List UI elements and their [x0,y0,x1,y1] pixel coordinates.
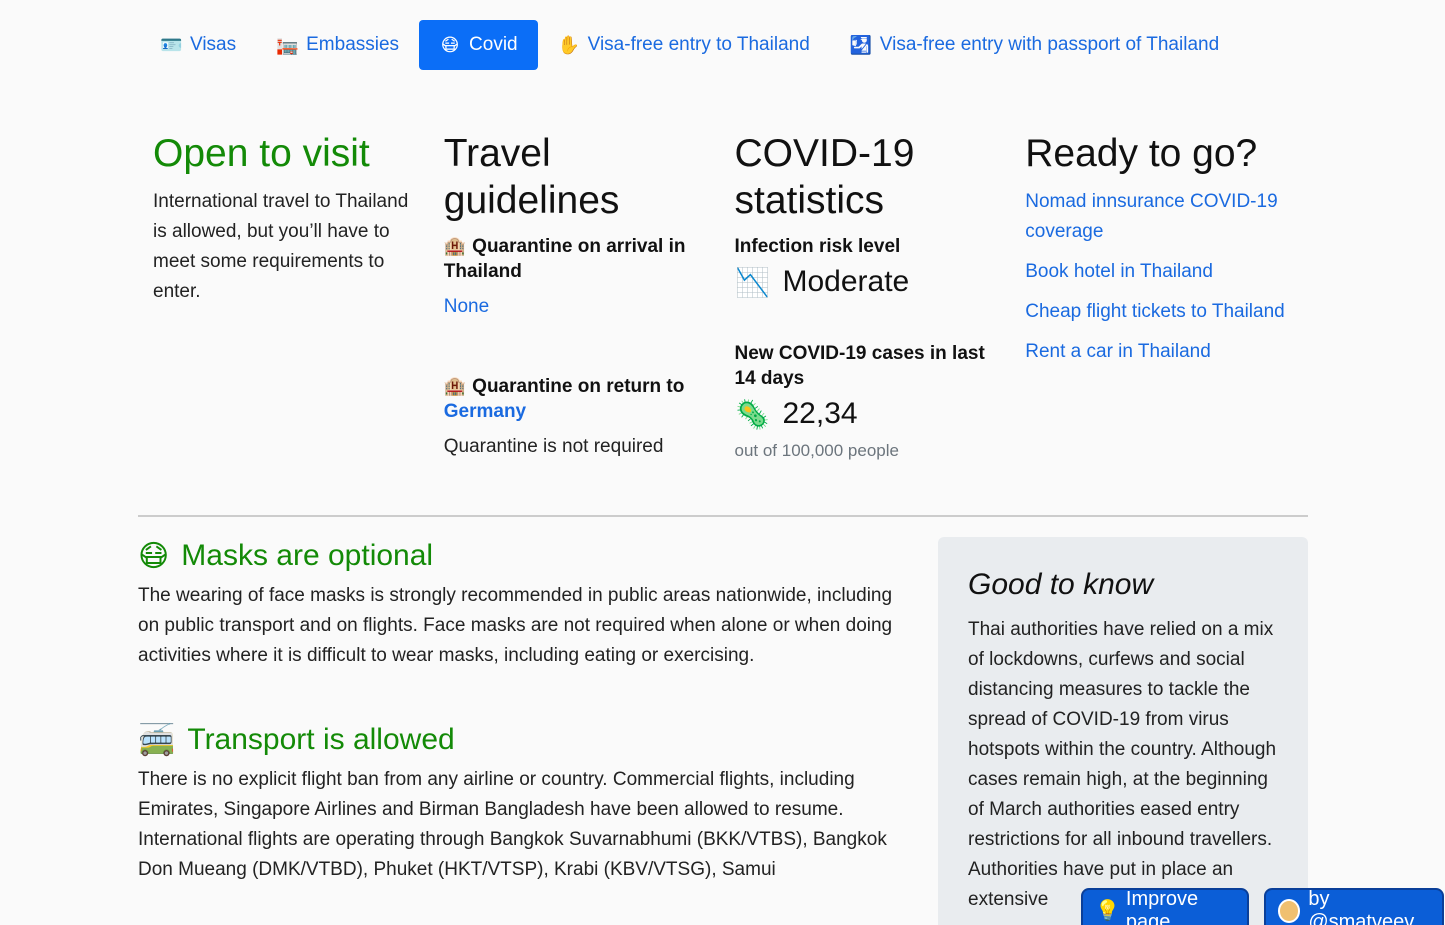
ready-link-hotel[interactable]: Book hotel in Thailand [1025,257,1293,287]
nav-visa-free-passport[interactable]: 🛂 Visa-free entry with passport of Thail… [830,20,1239,70]
nav-visa-free-entry-label: Visa-free entry to Thailand [587,34,810,55]
chart-decreasing-icon: 📉 [735,266,770,298]
nav-visa-free-passport-label: Visa-free entry with passport of Thailan… [879,34,1220,55]
good-to-know-text: Thai authorities have relied on a mix of… [968,619,1277,910]
open-to-visit-text: International travel to Thailand is allo… [153,191,409,302]
improve-page-label: Improve page [1125,887,1199,925]
good-to-know-title: Good to know [968,568,1154,601]
author-button[interactable]: by @smatveev [1264,888,1444,925]
ready-link-insurance[interactable]: Nomad innsurance COVID-19 coverage [1025,187,1293,247]
travel-guidelines-column: Travel guidelines 🏨 Quarantine on arrival… [444,130,735,462]
quarantine-return-value: Quarantine is not required [443,436,664,457]
author-label: by @smatveev [1308,887,1415,925]
nav-visas[interactable]: 🪪 Visas [140,20,256,70]
post-office-icon: 🏣 [276,34,299,55]
hotel-icon: 🏨 [443,236,467,256]
covid-statistics-title: COVID-19 statistics [734,132,915,222]
transport-section: 🚎 Transport is allowed There is no expli… [138,719,908,885]
nav-visa-free-entry[interactable]: ✋ Visa-free entry to Thailand [538,20,830,70]
section-divider [138,515,1308,517]
quarantine-arrival-label: 🏨 Quarantine on arrival in Thailand [443,236,686,282]
ready-link-flights[interactable]: Cheap flight tickets to Thailand [1025,297,1293,327]
open-to-visit-column: Open to visit International travel to Th… [153,130,444,462]
transport-text: There is no explicit flight ban from any… [138,769,887,880]
transport-title: 🚎 Transport is allowed [138,723,455,757]
new-cases-label: New COVID-19 cases in last 14 days [734,343,985,389]
nav-covid[interactable]: 😷 Covid [419,20,538,70]
nav-covid-label: Covid [469,34,518,55]
travel-guidelines-title: Travel guidelines [443,132,620,222]
nav-embassies-label: Embassies [306,34,400,55]
lightbulb-icon: 💡 [1095,900,1120,922]
ready-link-car[interactable]: Rent a car in Thailand [1025,337,1293,367]
quarantine-arrival-value[interactable]: None [444,292,715,322]
id-card-icon: 🪪 [160,34,183,55]
return-country-link[interactable]: Germany [444,401,526,422]
mask-face-icon: 😷 [440,34,460,55]
main-content: 😷 Masks are optional The wearing of face… [138,535,908,925]
infection-risk-value: Moderate [782,265,910,298]
new-cases-stat: 🦠 22,34 [735,397,1006,431]
covid-statistics-column: COVID-19 statistics Infection risk level… [735,130,1026,462]
top-nav: 🪪 Visas 🏣 Embassies 😷 Covid ✋ Visa-free … [140,20,1239,70]
masks-title: 😷 Masks are optional [138,539,434,573]
ready-to-go-title: Ready to go? [1025,132,1258,175]
infection-risk-stat: 📉 Moderate [735,265,1006,299]
ready-to-go-column: Ready to go? Nomad innsurance COVID-19 c… [1025,130,1313,462]
good-to-know-panel: Good to know Thai authorities have relie… [938,537,1308,925]
quarantine-return-label: 🏨 Quarantine on return to Germany [443,376,685,422]
masks-section: 😷 Masks are optional The wearing of face… [138,535,908,671]
improve-page-button[interactable]: 💡 Improve page [1081,888,1249,925]
summary-row: Open to visit International travel to Th… [153,130,1313,462]
passport-control-icon: 🛂 [849,34,873,55]
mask-face-icon: 😷 [138,539,170,573]
nav-embassies[interactable]: 🏣 Embassies [256,20,419,70]
hotel-icon: 🏨 [443,376,467,396]
microbe-icon: 🦠 [735,398,770,430]
avatar [1278,898,1301,923]
trolleybus-icon: 🚎 [138,723,176,757]
nav-visas-label: Visas [190,34,237,55]
open-to-visit-title: Open to visit [153,132,370,175]
new-cases-value: 22,34 [782,397,858,430]
raised-hand-icon: ✋ [557,34,581,55]
infection-risk-label: Infection risk level [734,236,901,257]
new-cases-note: out of 100,000 people [734,441,899,460]
masks-text: The wearing of face masks is strongly re… [138,585,893,666]
